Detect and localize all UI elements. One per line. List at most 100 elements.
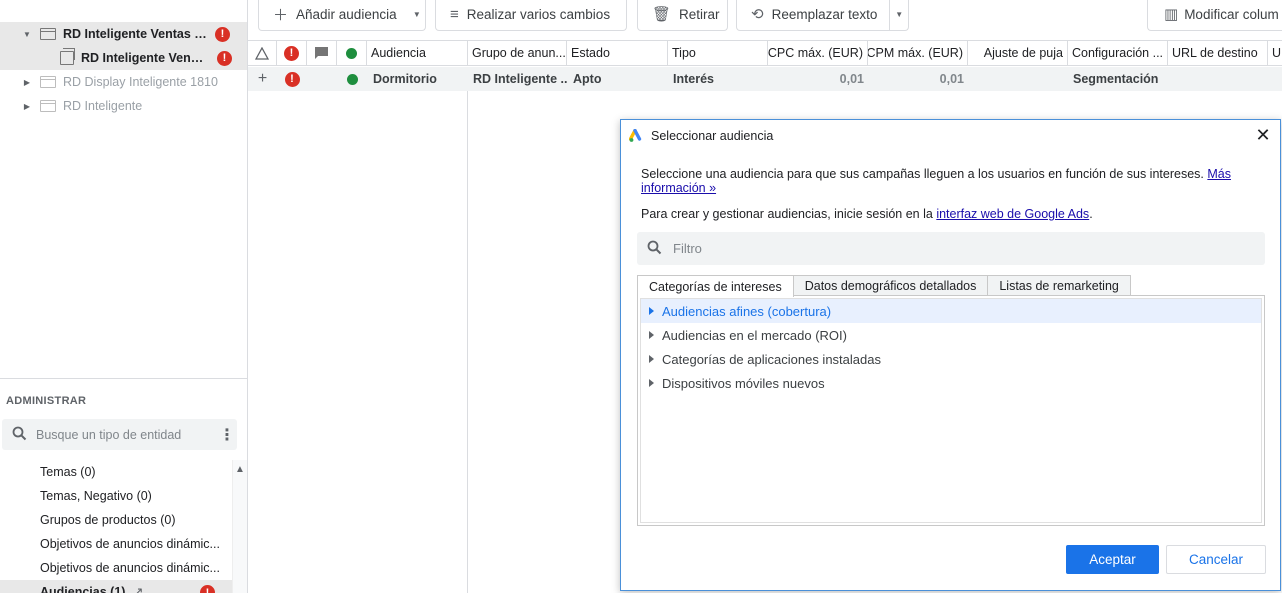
- tree-item-campaign-2[interactable]: ▶ RD Display Inteligente 1810: [0, 70, 247, 94]
- cell-cpm[interactable]: 0,01: [868, 67, 968, 91]
- error-icon: !: [284, 45, 299, 61]
- account-tree-panel: ▼ RD Inteligente Ventas R5... ! RD Intel…: [0, 0, 248, 593]
- entity-search-input[interactable]: Busque un tipo de entidad ⋮: [2, 419, 237, 450]
- comment-column-header[interactable]: [307, 41, 337, 65]
- replace-text-button[interactable]: ⟲ Reemplazar texto ▼: [736, 0, 909, 31]
- divider: [0, 378, 247, 379]
- col-cpm[interactable]: CPM máx. (EUR): [868, 41, 968, 65]
- caret-right-icon[interactable]: ▶: [22, 78, 32, 87]
- cell-ad-group[interactable]: RD Inteligente ...: [469, 67, 567, 91]
- expand-plus-icon[interactable]: +: [248, 67, 277, 91]
- col-status[interactable]: Estado: [567, 41, 668, 65]
- dropdown-arrow-icon[interactable]: ▼: [889, 0, 908, 30]
- columns-icon: ▥: [1164, 6, 1179, 23]
- entity-item-objetivos-dinamicos-2[interactable]: Objetivos de anuncios dinámic...: [0, 556, 232, 580]
- modify-columns-button[interactable]: ▥ Modificar colum: [1147, 0, 1282, 31]
- ad-group-icon: [60, 48, 75, 65]
- expand-arrow-icon[interactable]: [649, 331, 654, 339]
- tab-interest-categories[interactable]: Categorías de intereses: [637, 275, 794, 297]
- toolbar: ＋ Añadir audiencia ▼ ≡ Realizar varios c…: [248, 0, 1282, 40]
- list-item-label: Audiencias en el mercado (ROI): [662, 327, 847, 343]
- caret-right-icon[interactable]: ▶: [22, 102, 32, 111]
- add-audience-button[interactable]: ＋ Añadir audiencia ▼: [258, 0, 426, 31]
- login-text: Para crear y gestionar audiencias, inici…: [641, 207, 933, 221]
- filter-input[interactable]: Filtro: [637, 232, 1265, 265]
- search-placeholder: Busque un tipo de entidad: [36, 427, 182, 442]
- button-label: Retirar: [679, 6, 720, 22]
- select-audience-dialog: Seleccionar audiencia ✕ Seleccione una a…: [620, 119, 1281, 591]
- button-label: Realizar varios cambios: [466, 6, 611, 22]
- tab-detailed-demographics[interactable]: Datos demográficos detallados: [792, 275, 989, 296]
- cell-audience[interactable]: Dormitorio: [369, 67, 468, 91]
- col-bid-adjust[interactable]: Ajuste de puja: [968, 41, 1068, 65]
- list-item-affinity[interactable]: Audiencias afines (cobertura): [641, 299, 1261, 323]
- col-config[interactable]: Configuración ...: [1068, 41, 1168, 65]
- button-label: Reemplazar texto: [771, 6, 878, 22]
- column-divider: [467, 91, 468, 593]
- trash-icon: 🗑: [652, 6, 672, 23]
- col-audience[interactable]: Audiencia: [367, 41, 468, 65]
- col-destination-url[interactable]: URL de destino: [1168, 41, 1268, 65]
- campaign-icon: [40, 100, 56, 112]
- campaign-icon: [40, 28, 56, 40]
- error-icon: !: [217, 50, 232, 66]
- remove-button[interactable]: 🗑 Retirar: [637, 0, 728, 31]
- error-icon: !: [215, 26, 230, 42]
- col-url-extra[interactable]: UR: [1268, 41, 1282, 65]
- search-icon: [12, 426, 30, 444]
- list-item-label: Audiencias afines (cobertura): [662, 303, 832, 319]
- close-icon[interactable]: ✕: [1254, 124, 1272, 146]
- row-status: [337, 67, 367, 91]
- open-external-icon[interactable]: ↗: [133, 585, 143, 593]
- status-column-header[interactable]: [337, 41, 367, 65]
- list-item-installed-apps[interactable]: Categorías de aplicaciones instaladas: [641, 347, 1261, 371]
- cell-config[interactable]: Segmentación: [1069, 67, 1168, 91]
- expand-arrow-icon[interactable]: [649, 355, 654, 363]
- accept-button[interactable]: Aceptar: [1066, 545, 1159, 574]
- cancel-button[interactable]: Cancelar: [1166, 545, 1266, 574]
- dropdown-arrow-icon[interactable]: ▼: [409, 0, 425, 30]
- entity-item-audiencias[interactable]: Audiencias (1) ↗ !: [0, 580, 232, 593]
- col-ad-group[interactable]: Grupo de anun...: [468, 41, 567, 65]
- entity-item-label: Audiencias (1): [40, 585, 126, 593]
- google-ads-logo-icon: [629, 129, 642, 142]
- more-vert-icon[interactable]: ⋮: [217, 425, 237, 445]
- error-column-header[interactable]: !: [277, 41, 307, 65]
- tree-item-campaign-3[interactable]: ▶ RD Inteligente: [0, 94, 247, 118]
- list-item-in-market[interactable]: Audiencias en el mercado (ROI): [641, 323, 1261, 347]
- tab-remarketing-lists[interactable]: Listas de remarketing: [987, 275, 1131, 296]
- enabled-dot-icon: [346, 73, 358, 85]
- caret-down-icon[interactable]: ▼: [22, 30, 32, 39]
- grid-header: ! Audiencia Grupo de anun... Estado Tipo…: [248, 40, 1282, 66]
- scrollbar[interactable]: ▲: [232, 460, 247, 593]
- google-ads-web-link[interactable]: interfaz web de Google Ads: [936, 207, 1089, 221]
- expand-arrow-icon[interactable]: [649, 307, 654, 315]
- button-label: Añadir audiencia: [296, 6, 397, 22]
- entity-item-grupos-productos[interactable]: Grupos de productos (0): [0, 508, 232, 532]
- entity-item-objetivos-dinamicos-1[interactable]: Objetivos de anuncios dinámic...: [0, 532, 232, 556]
- col-type[interactable]: Tipo: [668, 41, 768, 65]
- dialog-intro: Seleccione una audiencia para que sus ca…: [641, 167, 1241, 195]
- col-cpc[interactable]: CPC máx. (EUR): [768, 41, 868, 65]
- status-dot-icon: [346, 47, 357, 59]
- cell-cpc[interactable]: 0,01: [768, 67, 868, 91]
- dialog-titlebar: Seleccionar audiencia: [629, 126, 773, 146]
- expand-arrow-icon[interactable]: [649, 379, 654, 387]
- warning-column-header[interactable]: [248, 41, 277, 65]
- chevron-up-icon[interactable]: ▲: [233, 464, 247, 475]
- search-icon: [647, 240, 665, 258]
- filter-placeholder: Filtro: [673, 241, 702, 256]
- entity-item-temas[interactable]: Temas (0): [0, 460, 232, 484]
- tree-item-campaign-1[interactable]: ▼ RD Inteligente Ventas R5... !: [0, 22, 247, 46]
- button-label: Modificar colum: [1184, 6, 1279, 22]
- campaign-icon: [40, 76, 56, 88]
- dialog-title: Seleccionar audiencia: [651, 129, 774, 143]
- tree-item-label: RD Inteligente Ventas R5...: [63, 27, 207, 41]
- list-item-new-devices[interactable]: Dispositivos móviles nuevos: [641, 371, 1261, 395]
- tree-item-adgroup-1[interactable]: RD Inteligente Ventas ... !: [0, 46, 247, 70]
- audience-tabs: Categorías de intereses Datos demográfic…: [637, 275, 1131, 297]
- entity-item-temas-negativo[interactable]: Temas, Negativo (0): [0, 484, 232, 508]
- table-row[interactable]: + ! Dormitorio RD Inteligente ... Apto I…: [248, 67, 1282, 91]
- multiple-changes-button[interactable]: ≡ Realizar varios cambios: [435, 0, 627, 31]
- cell-type: Interés: [673, 72, 714, 86]
